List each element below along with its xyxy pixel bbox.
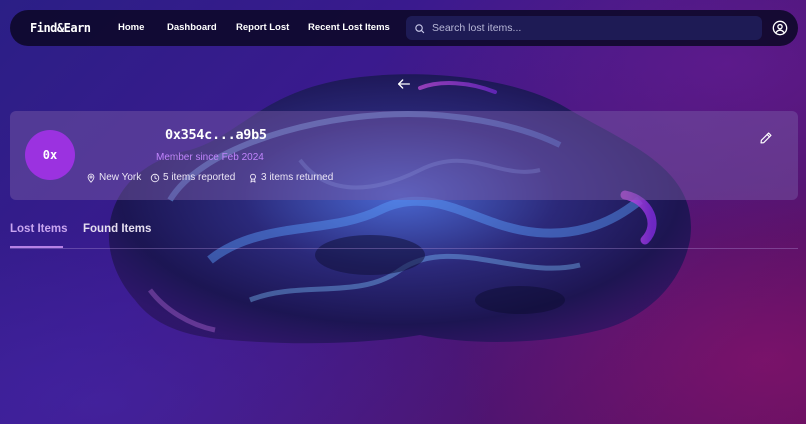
items-reported-label: 5 items reported	[163, 172, 236, 183]
background-blob-art	[108, 74, 691, 344]
wallet-address: 0x354c...a9b5	[165, 127, 267, 143]
tab-lost-items[interactable]: Lost Items	[10, 223, 68, 235]
location-label: New York	[99, 172, 142, 183]
award-icon	[250, 173, 256, 183]
search-input[interactable]	[432, 22, 752, 34]
search-bar[interactable]	[406, 16, 762, 40]
search-icon	[415, 23, 425, 33]
nav-link-dashboard[interactable]: Dashboard	[167, 10, 217, 46]
profile-items-returned: 3 items returned	[248, 172, 333, 183]
clock-icon	[150, 173, 160, 182]
profile-items-reported: 5 items reported	[150, 172, 235, 183]
arrow-left-icon[interactable]	[396, 76, 412, 92]
tab-found-items[interactable]: Found Items	[83, 223, 151, 235]
nav-link-recent-lost-items[interactable]: Recent Lost Items	[308, 10, 390, 46]
tabs-divider	[10, 248, 798, 249]
user-circle-icon[interactable]	[772, 20, 788, 36]
items-returned-label: 3 items returned	[261, 172, 334, 183]
nav-link-home[interactable]: Home	[118, 10, 144, 46]
nav-link-report-lost[interactable]: Report Lost	[236, 10, 289, 46]
profile-card: 0x 0x354c...a9b5 Member since Feb 2024 N…	[10, 111, 798, 200]
top-navbar: Find&Earn Home Dashboard Report Lost Rec…	[10, 10, 798, 46]
avatar: 0x	[25, 130, 75, 180]
member-since: Member since Feb 2024	[156, 152, 264, 163]
profile-location: New York	[86, 172, 141, 183]
map-pin-icon	[87, 173, 95, 183]
pencil-icon[interactable]	[759, 131, 773, 145]
brand-logo[interactable]: Find&Earn	[30, 10, 91, 46]
